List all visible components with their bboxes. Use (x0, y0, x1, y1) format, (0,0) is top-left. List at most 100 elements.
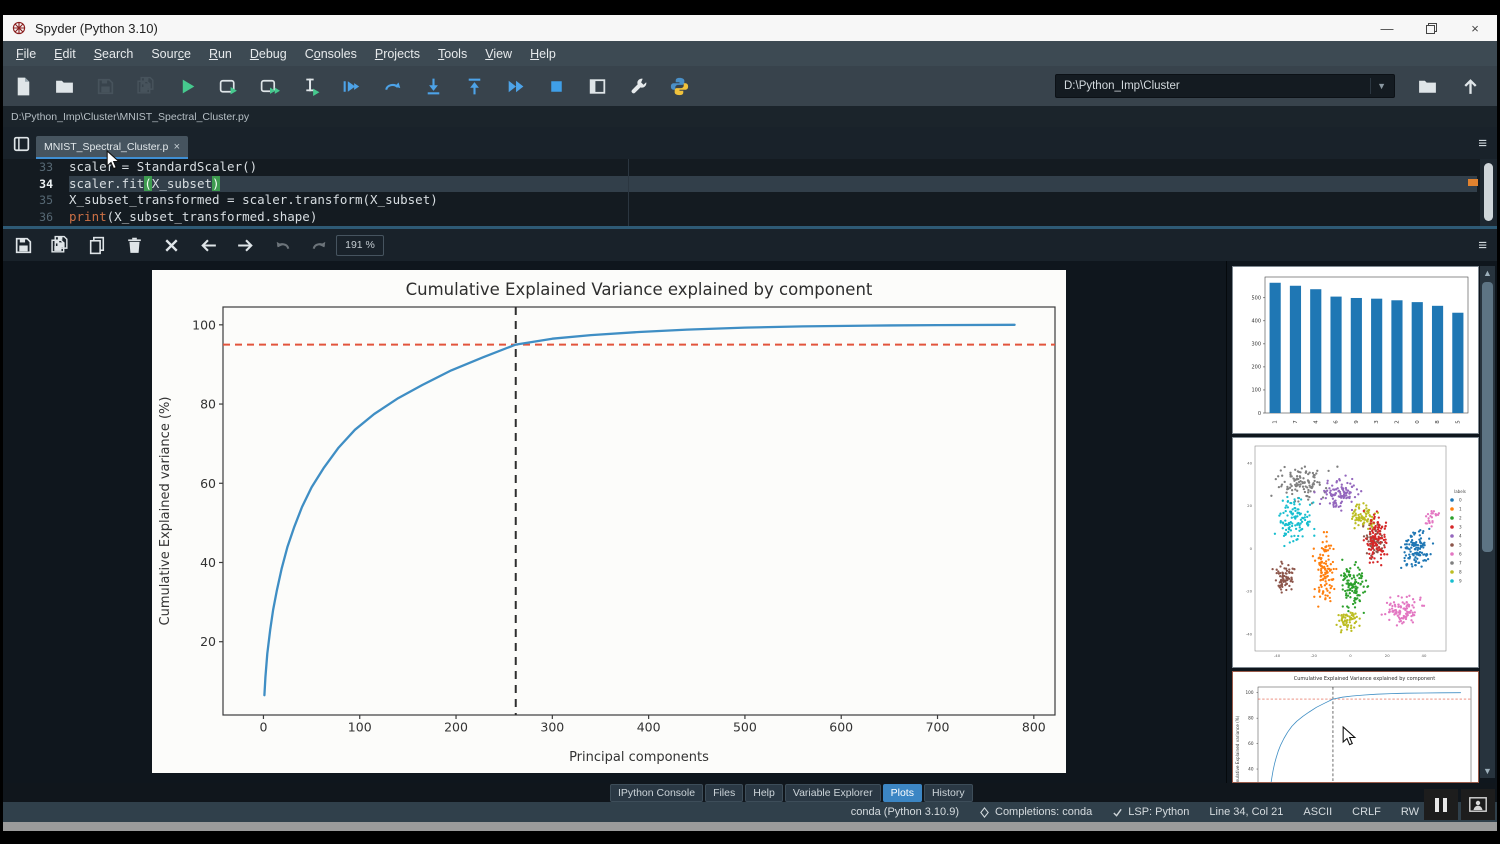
svg-text:60: 60 (1248, 741, 1254, 746)
svg-text:60: 60 (200, 476, 216, 491)
menu-consoles[interactable]: Consoles (296, 44, 366, 64)
run-selection-button[interactable] (300, 76, 321, 97)
browse-working-directory-button[interactable] (1417, 76, 1438, 97)
svg-text:labels: labels (1454, 489, 1466, 494)
new-file-button[interactable] (13, 76, 34, 97)
tab-variable-explorer[interactable]: Variable Explorer (785, 784, 881, 802)
snapshot-button[interactable] (1461, 789, 1495, 820)
title-bar: Spyder (Python 3.10) —× (3, 15, 1497, 41)
editor-tab-active[interactable]: MNIST_Spectral_Cluster.py × (36, 136, 188, 159)
menu-bar: FileEditSearchSourceRunDebugConsolesProj… (3, 41, 1497, 66)
debug-file-button[interactable] (341, 76, 362, 97)
menu-search[interactable]: Search (85, 44, 143, 64)
thumbnails-scrollbar-thumb[interactable] (1482, 282, 1493, 552)
line-number: 36 (3, 209, 69, 226)
svg-text:40: 40 (200, 555, 216, 570)
menu-debug[interactable]: Debug (241, 44, 296, 64)
tab-history[interactable]: History (924, 784, 973, 802)
thumbnail-scatter-plot[interactable]: -40-2002040-40-2002040labels0123456789 (1232, 437, 1479, 668)
minimize-button[interactable]: — (1365, 15, 1409, 41)
tab-help[interactable]: Help (745, 784, 783, 802)
thumbnail-cumulative-variance-selected[interactable]: 010020030040050060070080020406080100Cumu… (1232, 671, 1479, 783)
svg-text:200: 200 (1251, 365, 1261, 371)
copy-plot-button[interactable] (87, 235, 108, 256)
menu-tools[interactable]: Tools (429, 44, 476, 64)
code-line-35[interactable]: 35X_subset_transformed = scaler.transfor… (3, 192, 1477, 209)
menu-projects[interactable]: Projects (366, 44, 429, 64)
svg-text:100: 100 (1246, 690, 1254, 695)
svg-text:-20: -20 (1311, 653, 1318, 658)
browse-tabs-icon[interactable] (11, 134, 32, 155)
plots-options-icon[interactable]: ≡ (1478, 237, 1497, 254)
status-lsp: LSP: Python (1112, 806, 1189, 818)
run-current-line-button[interactable] (382, 76, 403, 97)
svg-text:20: 20 (1247, 503, 1252, 508)
plots-toolbar: 191 % ≡ (3, 229, 1497, 261)
editor-scrollbar-thumb[interactable] (1484, 163, 1493, 221)
step-into-button[interactable] (423, 76, 444, 97)
save-all-button[interactable] (136, 76, 157, 97)
code-editor[interactable]: 33scaler = StandardScaler()34scaler.fit(… (3, 159, 1497, 226)
parent-directory-button[interactable] (1460, 76, 1481, 97)
svg-text:0: 0 (1459, 498, 1462, 503)
scroll-up-icon[interactable]: ▲ (1481, 268, 1494, 278)
close-button[interactable]: × (1453, 15, 1497, 41)
bottom-tab-bar: IPython ConsoleFilesHelpVariable Explore… (3, 783, 1497, 802)
zoom-out-button[interactable] (272, 235, 293, 256)
zoom-in-button[interactable] (309, 235, 330, 256)
menu-file[interactable]: File (7, 44, 45, 64)
working-directory-combo[interactable]: D:\Python_Imp\Cluster ▼ (1055, 74, 1395, 98)
preferences-button[interactable] (628, 76, 649, 97)
menu-run[interactable]: Run (200, 44, 241, 64)
run-cell-button[interactable] (218, 76, 239, 97)
video-top-edge (0, 0, 1500, 15)
pause-button[interactable] (1424, 789, 1458, 820)
svg-text:0: 0 (259, 720, 267, 735)
menu-help[interactable]: Help (521, 44, 565, 64)
status-cursor-position: Line 34, Col 21 (1209, 806, 1283, 818)
code-line-33[interactable]: 33scaler = StandardScaler() (3, 159, 1477, 176)
svg-text:1: 1 (1459, 507, 1462, 512)
chevron-down-icon[interactable]: ▼ (1370, 78, 1386, 94)
thumbnails-scrollbar[interactable]: ▲ ▼ (1480, 266, 1495, 778)
status-bar: conda (Python 3.10.9)Completions: condaL… (3, 802, 1497, 822)
save-plot-button[interactable] (13, 235, 34, 256)
svg-text:20: 20 (1385, 653, 1390, 658)
svg-text:500: 500 (1251, 296, 1261, 302)
code-text: scaler = StandardScaler() (69, 159, 1477, 176)
tab-plots[interactable]: Plots (883, 784, 922, 802)
pythonpath-manager-button[interactable] (669, 76, 690, 97)
scroll-down-icon[interactable]: ▼ (1481, 766, 1494, 776)
menu-source[interactable]: Source (142, 44, 200, 64)
save-file-button[interactable] (95, 76, 116, 97)
tab-close-icon[interactable]: × (168, 141, 180, 153)
svg-text:1: 1 (1273, 420, 1279, 424)
svg-text:300: 300 (540, 720, 564, 735)
svg-text:-20: -20 (1246, 589, 1253, 594)
save-all-plots-button[interactable] (50, 235, 71, 256)
code-line-36[interactable]: 36print(X_subset_transformed.shape) (3, 209, 1477, 226)
menu-view[interactable]: View (476, 44, 521, 64)
editor-options-icon[interactable]: ≡ (1478, 135, 1487, 152)
remove-all-plots-button[interactable] (161, 235, 182, 256)
next-plot-button[interactable] (235, 235, 256, 256)
svg-text:80: 80 (200, 397, 216, 412)
restore-button[interactable] (1409, 15, 1453, 41)
code-line-34[interactable]: 34scaler.fit(X_subset) (3, 176, 1477, 193)
editor-tab-bar: MNIST_Spectral_Cluster.py × ≡ (3, 127, 1497, 159)
stop-debugging-button[interactable] (546, 76, 567, 97)
status-completions: Completions: conda (979, 806, 1092, 818)
tab-files[interactable]: Files (705, 784, 743, 802)
previous-plot-button[interactable] (198, 235, 219, 256)
step-return-button[interactable] (464, 76, 485, 97)
tab-ipython-console[interactable]: IPython Console (610, 784, 703, 802)
menu-edit[interactable]: Edit (45, 44, 85, 64)
remove-plot-button[interactable] (124, 235, 145, 256)
open-file-button[interactable] (54, 76, 75, 97)
run-cell-advance-button[interactable] (259, 76, 280, 97)
maximize-pane-button[interactable] (587, 76, 608, 97)
continue-execution-button[interactable] (505, 76, 526, 97)
run-file-button[interactable] (177, 76, 198, 97)
thumbnail-bar-chart[interactable]: 01002003004005001746932085 (1232, 266, 1479, 434)
svg-text:80: 80 (1248, 716, 1254, 721)
